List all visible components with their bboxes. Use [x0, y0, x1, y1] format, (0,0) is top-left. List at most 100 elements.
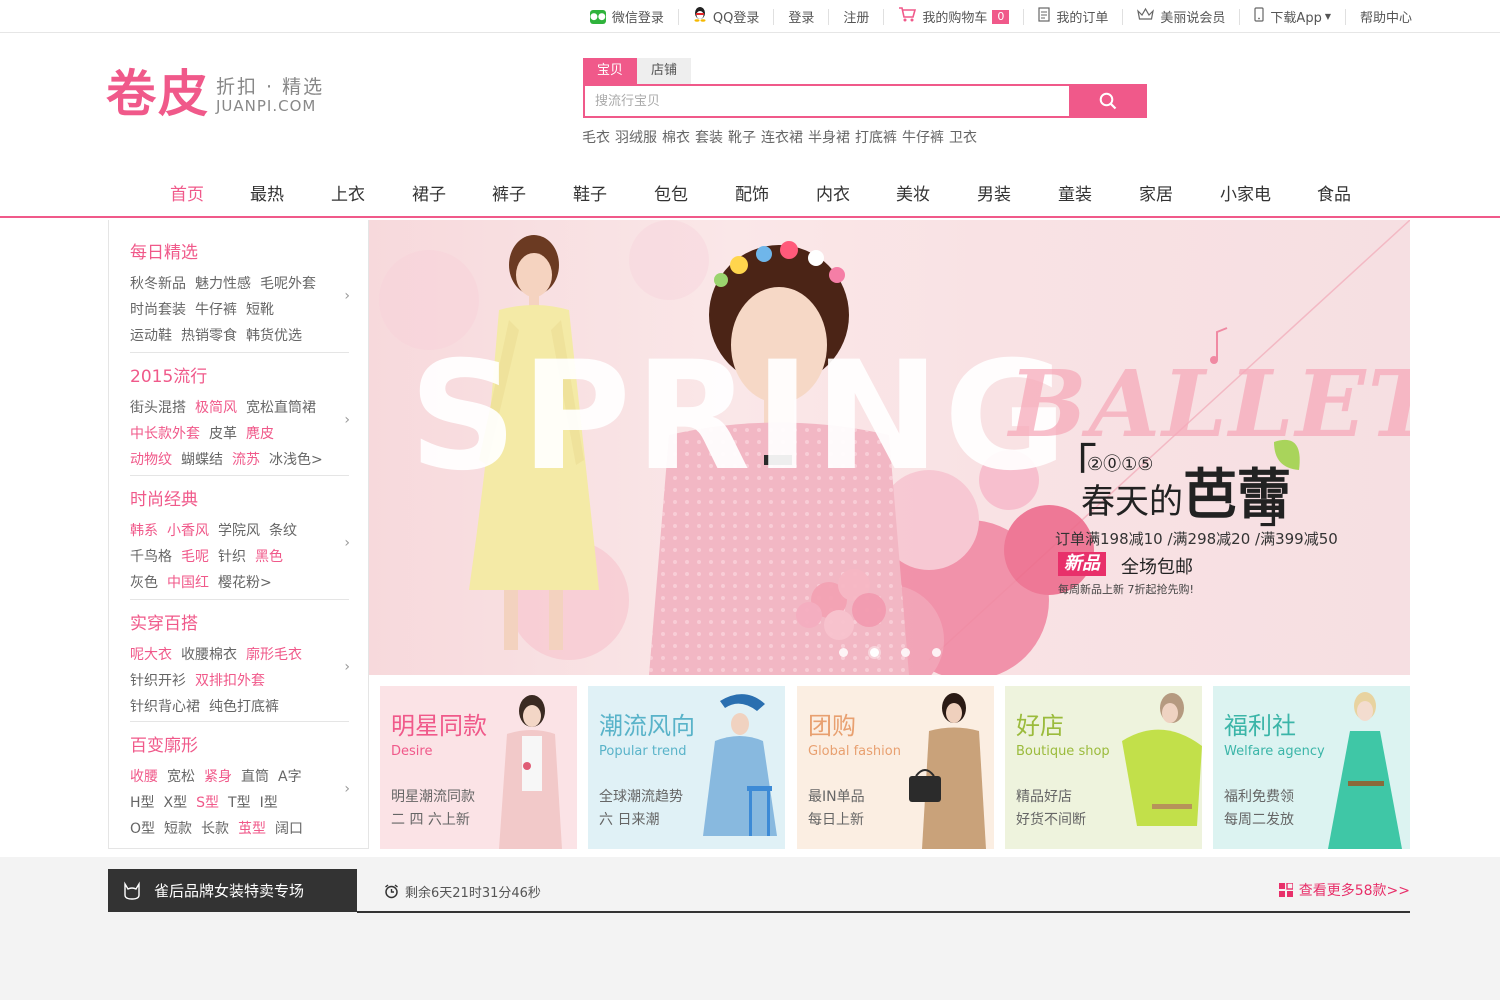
sidebar-tag-link[interactable]: 宽松直筒裙 — [246, 400, 316, 416]
sidebar-tag-link[interactable]: 动物纹 — [130, 452, 172, 468]
sidebar-tag-link[interactable]: 牛仔裤 — [195, 302, 237, 318]
sidebar-tag-link[interactable]: 街头混搭 — [130, 400, 186, 416]
hot-word[interactable]: 打底裤 — [855, 127, 897, 147]
help-link[interactable]: 帮助中心 — [1346, 9, 1412, 26]
sidebar-tag-link[interactable]: 针织开衫 — [130, 673, 186, 689]
sidebar-tag-link[interactable]: 纯色打底裤 — [209, 699, 279, 715]
login-link[interactable]: 登录 — [774, 8, 830, 26]
chevron-right-icon[interactable]: › — [344, 781, 350, 797]
chevron-right-icon[interactable]: › — [344, 659, 350, 675]
sidebar-tag-link[interactable]: 宽松 — [167, 769, 195, 785]
sidebar-tag-link[interactable]: 极简风 — [195, 400, 237, 416]
sidebar-tag-link[interactable]: 樱花粉> — [218, 575, 272, 591]
carousel-dot[interactable] — [901, 648, 910, 657]
sidebar-tag-link[interactable]: 学院风 — [218, 523, 260, 539]
sidebar-tag-link[interactable]: 针织背心裙 — [130, 699, 200, 715]
carousel-dot[interactable] — [870, 648, 879, 657]
hot-word[interactable]: 套装 — [695, 127, 723, 147]
promo-tile[interactable]: 团购 Global fashion 最IN单品 每日上新 — [797, 686, 994, 849]
hero-banner[interactable]: SPRING BALLET 「 」 ②⓪①⑤ 春天的芭蕾 订单满198减10 /… — [369, 220, 1410, 675]
sidebar-tag-link[interactable]: H型 — [130, 795, 155, 811]
sidebar-tag-link[interactable]: 茧型 — [238, 821, 266, 837]
sidebar-tag-link[interactable]: 短靴 — [246, 302, 274, 318]
sidebar-category-title[interactable]: 每日精选 — [130, 238, 350, 263]
nav-underwear[interactable]: 内衣 — [816, 180, 850, 205]
chevron-right-icon[interactable]: › — [344, 412, 350, 428]
sidebar-tag-link[interactable]: 韩货优选 — [246, 328, 302, 344]
register-link[interactable]: 注册 — [829, 8, 885, 26]
nav-beauty[interactable]: 美妆 — [896, 180, 930, 205]
sidebar-tag-link[interactable]: 运动鞋 — [130, 328, 172, 344]
promo-tile[interactable]: 福利社 Welfare agency 福利免费领 每周二发放 — [1213, 686, 1410, 849]
brand-sale-tab[interactable]: 雀后品牌女装特卖专场 — [108, 869, 357, 912]
sidebar-tag-link[interactable]: S型 — [196, 795, 219, 811]
nav-accessories[interactable]: 配饰 — [735, 180, 769, 205]
sidebar-category-title[interactable]: 实穿百搭 — [130, 609, 350, 634]
hot-word[interactable]: 靴子 — [728, 127, 756, 147]
nav-bags[interactable]: 包包 — [654, 180, 688, 205]
sidebar-tag-link[interactable]: A字 — [278, 769, 302, 785]
promo-tile[interactable]: 潮流风向 Popular trend 全球潮流趋势六 日来潮 — [588, 686, 785, 849]
sidebar-tag-link[interactable]: 小香风 — [167, 523, 209, 539]
hot-word[interactable]: 棉衣 — [662, 127, 690, 147]
sidebar-tag-link[interactable]: 热销零食 — [181, 328, 237, 344]
download-app-dropdown[interactable]: 下载App ▼ — [1240, 6, 1346, 26]
chevron-right-icon[interactable]: › — [344, 535, 350, 551]
hot-word[interactable]: 毛衣 — [582, 127, 610, 147]
sidebar-tag-link[interactable]: 流苏 — [232, 452, 260, 468]
nav-skirts[interactable]: 裙子 — [412, 180, 446, 205]
sidebar-tag-link[interactable]: 韩系 — [130, 523, 158, 539]
nav-home[interactable]: 首页 — [170, 180, 204, 205]
sidebar-tag-link[interactable]: 长款 — [201, 821, 229, 837]
sidebar-tag-link[interactable]: 蝴蝶结 — [181, 452, 223, 468]
hot-word[interactable]: 连衣裙 — [761, 127, 803, 147]
sidebar-tag-link[interactable]: X型 — [164, 795, 188, 811]
sidebar-tag-link[interactable]: 冰浅色> — [269, 452, 323, 468]
sidebar-tag-link[interactable]: 收腰 — [130, 769, 158, 785]
sidebar-category-title[interactable]: 时尚经典 — [130, 485, 350, 510]
nav-tops[interactable]: 上衣 — [331, 180, 365, 205]
hot-word[interactable]: 卫衣 — [949, 127, 977, 147]
hot-word[interactable]: 半身裙 — [808, 127, 850, 147]
carousel-dot[interactable] — [932, 648, 941, 657]
nav-kids[interactable]: 童装 — [1058, 180, 1092, 205]
nav-food[interactable]: 食品 — [1317, 180, 1351, 205]
nav-hottest[interactable]: 最热 — [250, 180, 284, 205]
sidebar-tag-link[interactable]: 廓形毛衣 — [246, 647, 302, 663]
nav-appliances[interactable]: 小家电 — [1220, 180, 1271, 205]
sidebar-tag-link[interactable]: 紧身 — [204, 769, 232, 785]
sidebar-tag-link[interactable]: T型 — [228, 795, 251, 811]
sidebar-tag-link[interactable]: 中国红 — [167, 575, 209, 591]
sidebar-tag-link[interactable]: 直筒 — [241, 769, 269, 785]
nav-men[interactable]: 男装 — [977, 180, 1011, 205]
sidebar-tag-link[interactable]: 灰色 — [130, 575, 158, 591]
nav-pants[interactable]: 裤子 — [492, 180, 526, 205]
logo[interactable]: 卷皮 — [106, 64, 210, 124]
promo-tile[interactable]: 明星同款 Desire 明星潮流同款二 四 六上新 — [380, 686, 577, 849]
sidebar-tag-link[interactable]: I型 — [260, 795, 278, 811]
sidebar-category-title[interactable]: 2015流行 — [130, 362, 350, 387]
sidebar-tag-link[interactable]: 秋冬新品 — [130, 276, 186, 292]
sidebar-tag-link[interactable]: 千鸟格 — [130, 549, 172, 565]
sidebar-tag-link[interactable]: 呢大衣 — [130, 647, 172, 663]
sidebar-tag-link[interactable]: 条纹 — [269, 523, 297, 539]
search-input[interactable] — [585, 86, 1069, 116]
orders-link[interactable]: 我的订单 — [1024, 6, 1124, 26]
view-more-link[interactable]: 查看更多58款>> — [1278, 880, 1410, 900]
search-button[interactable] — [1069, 84, 1147, 118]
wechat-login-link[interactable]: ●● 微信登录 — [576, 8, 679, 26]
sidebar-tag-link[interactable]: 阔口 — [275, 821, 303, 837]
search-tab-items[interactable]: 宝贝 — [583, 58, 638, 84]
qq-login-link[interactable]: QQ登录 — [679, 7, 775, 26]
sidebar-tag-link[interactable]: 收腰棉衣 — [181, 647, 237, 663]
search-tab-shops[interactable]: 店铺 — [637, 58, 692, 84]
sidebar-tag-link[interactable]: 针织 — [218, 549, 246, 565]
sidebar-tag-link[interactable]: O型 — [130, 821, 155, 837]
chevron-right-icon[interactable]: › — [344, 288, 350, 304]
nav-shoes[interactable]: 鞋子 — [573, 180, 607, 205]
hot-word[interactable]: 羽绒服 — [615, 127, 657, 147]
promo-tile[interactable]: 好店 Boutique shop 精品好店 好货不间断 — [1005, 686, 1202, 849]
nav-home-living[interactable]: 家居 — [1139, 180, 1173, 205]
sidebar-tag-link[interactable]: 时尚套装 — [130, 302, 186, 318]
cart-link[interactable]: 我的购物车 0 — [884, 6, 1025, 26]
